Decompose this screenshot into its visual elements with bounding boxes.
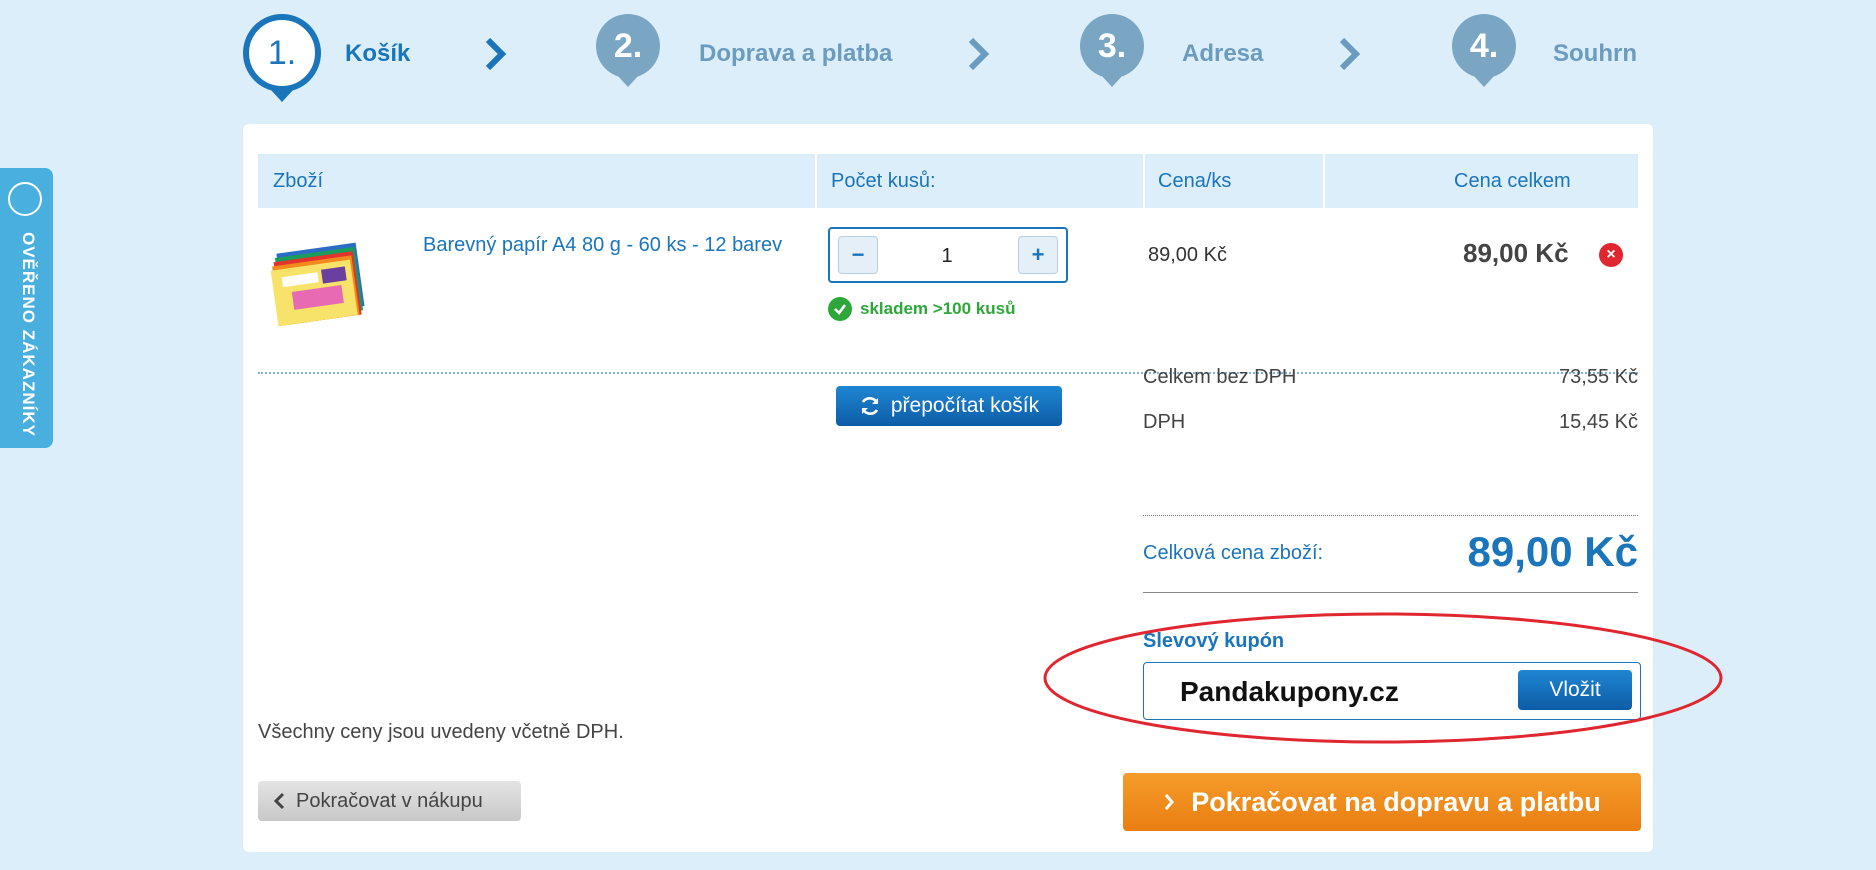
recalculate-cart-button[interactable]: přepočítat košík — [836, 386, 1062, 426]
step-arrow-icon — [968, 37, 990, 71]
quantity-increase-button[interactable]: + — [1018, 236, 1058, 274]
subtotal-without-vat-value: 73,55 Kč — [1559, 366, 1638, 388]
quantity-input[interactable] — [890, 229, 1004, 283]
step-arrow-icon — [485, 37, 507, 71]
step-1-number: 1. — [243, 14, 321, 102]
header-product: Zboží — [273, 170, 324, 192]
header-separator — [1323, 154, 1325, 208]
quantity-stepper: − + — [828, 227, 1068, 283]
remove-item-icon[interactable]: × — [1599, 243, 1623, 267]
cart-table-header: Zboží Počet kusů: Cena/ks Cena celkem — [258, 154, 1638, 208]
total-label: Celková cena zboží: — [1143, 542, 1324, 564]
step-4-label[interactable]: Souhrn — [1553, 40, 1637, 68]
total-divider — [1143, 592, 1638, 593]
vat-note: Všechny ceny jsou uvedeny včetně DPH. — [258, 721, 624, 743]
chevron-right-icon — [1165, 794, 1175, 810]
vat-value: 15,45 Kč — [1559, 411, 1638, 433]
continue-to-shipping-label: Pokračovat na dopravu a platbu — [1191, 786, 1601, 817]
step-2-number[interactable]: 2. — [596, 14, 660, 87]
header-separator — [1143, 154, 1145, 208]
coupon-highlight-ellipse — [1043, 612, 1723, 744]
chevron-left-icon — [273, 792, 285, 810]
step-arrow-icon — [1339, 37, 1361, 71]
step-1-label: Košík — [345, 40, 411, 67]
vat-row: DPH 15,45 Kč — [1143, 411, 1638, 434]
stock-text: skladem >100 kusů — [860, 299, 1016, 318]
verified-by-customers-badge[interactable]: OVĚŘENO ZÁKAZNÍKY — [0, 168, 53, 448]
continue-to-shipping-button[interactable]: Pokračovat na dopravu a platbu — [1123, 773, 1641, 831]
header-total-price: Cena celkem — [1454, 170, 1571, 192]
step-2-label[interactable]: Doprava a platba — [699, 40, 892, 68]
recalculate-label: přepočítat košík — [890, 394, 1040, 417]
continue-shopping-button[interactable]: Pokračovat v nákupu — [258, 781, 521, 821]
header-separator — [815, 154, 817, 208]
continue-shopping-label: Pokračovat v nákupu — [296, 789, 483, 812]
quantity-decrease-button[interactable]: − — [838, 236, 878, 274]
step-3-label[interactable]: Adresa — [1182, 40, 1263, 68]
product-name-link[interactable]: Barevný papír A4 80 g - 60 ks - 12 barev — [423, 234, 782, 257]
header-unit-price: Cena/ks — [1158, 170, 1232, 192]
step-3-number[interactable]: 3. — [1080, 14, 1144, 87]
check-icon — [828, 297, 852, 321]
badge-text: OVĚŘENO ZÁKAZNÍKY — [19, 232, 38, 437]
checkout-steps: 1. Košík 2. Doprava a platba 3. Adresa 4… — [0, 0, 1876, 110]
item-total-price: 89,00 Kč — [1463, 238, 1569, 268]
summary-divider — [1143, 515, 1638, 516]
subtotal-without-vat-row: Celkem bez DPH 73,55 Kč — [1143, 366, 1638, 389]
subtotal-without-vat-label: Celkem bez DPH — [1143, 366, 1297, 388]
refresh-icon — [861, 397, 879, 415]
total-value: 89,00 Kč — [1467, 528, 1638, 575]
header-quantity: Počet kusů: — [831, 170, 936, 192]
step-4-number[interactable]: 4. — [1452, 14, 1516, 87]
unit-price: 89,00 Kč — [1148, 244, 1227, 266]
vat-label: DPH — [1143, 411, 1186, 433]
heureka-logo-icon — [8, 182, 42, 216]
stock-status: skladem >100 kusů — [828, 297, 1015, 321]
product-image[interactable] — [271, 242, 369, 326]
